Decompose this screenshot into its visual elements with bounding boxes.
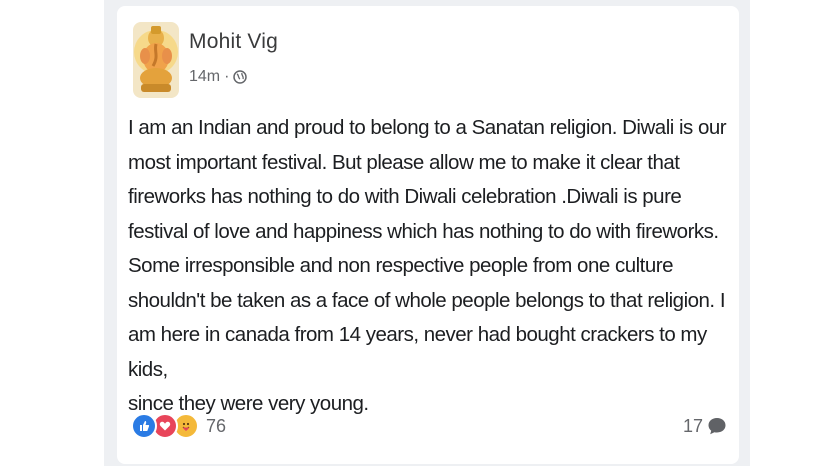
meta-separator: · [224, 68, 230, 85]
post-body-text: I am an Indian and proud to belong to a … [128, 116, 727, 415]
comment-count[interactable]: 17 [683, 416, 703, 437]
reaction-count[interactable]: 76 [206, 416, 226, 437]
globe-icon[interactable] [233, 70, 248, 84]
comments-summary[interactable]: 17 [683, 414, 727, 438]
post-time[interactable]: 14m [189, 68, 220, 86]
screenshot-stage: Mohit Vig 14m · I am an Indian and proud… [0, 0, 830, 466]
author-name[interactable]: Mohit Vig [189, 30, 278, 54]
deity-avatar-icon [133, 22, 179, 98]
comment-bubble-icon [707, 416, 727, 436]
author-avatar[interactable] [133, 22, 179, 98]
like-icon [131, 413, 157, 439]
post-meta: 14m · [189, 67, 248, 87]
reactions-summary[interactable]: 76 [131, 412, 226, 440]
